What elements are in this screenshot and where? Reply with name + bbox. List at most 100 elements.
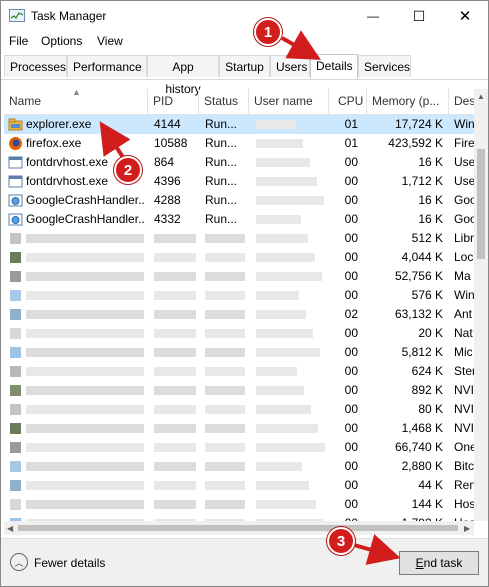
- process-memory: 16 K: [418, 212, 443, 226]
- process-description: Win: [454, 117, 474, 131]
- process-user-redacted: [256, 139, 303, 148]
- google-update-icon: [8, 193, 23, 208]
- table-row[interactable]: 00 52,756 K Ma: [4, 267, 474, 286]
- blurred-icon: [8, 307, 23, 322]
- process-pid-redacted: [154, 329, 196, 338]
- column-memory[interactable]: Memory (p...: [367, 89, 449, 114]
- details-table: ▲ Name PID Status User name CPU Memory (…: [4, 89, 474, 521]
- tab-app-history[interactable]: App history: [147, 55, 219, 96]
- process-status-redacted: [205, 348, 245, 357]
- process-status: Run...: [205, 212, 238, 226]
- process-name-redacted: [26, 272, 144, 281]
- table-row[interactable]: fontdrvhost.exe 864 Run... 00 16 K Use: [4, 153, 474, 172]
- blurred-icon: [8, 250, 23, 265]
- close-button[interactable]: ✕: [442, 1, 488, 31]
- process-name-redacted: [26, 462, 144, 471]
- table-row[interactable]: GoogleCrashHandler... 4288 Run... 00 16 K Goo: [4, 191, 474, 210]
- vertical-scrollbar[interactable]: ▲: [474, 89, 488, 521]
- table-row[interactable]: 00 1,792 K Hos: [4, 514, 474, 521]
- process-user-redacted: [256, 196, 324, 205]
- process-memory: 66,740 K: [394, 440, 443, 454]
- task-manager-icon: [9, 9, 25, 22]
- process-user-redacted: [256, 272, 322, 281]
- process-memory: 4,044 K: [401, 250, 443, 264]
- table-row[interactable]: 00 512 K Libr: [4, 229, 474, 248]
- process-pid: 864: [154, 155, 175, 169]
- process-user-redacted: [256, 310, 306, 319]
- column-status[interactable]: Status: [199, 89, 249, 114]
- process-name: firefox.exe: [26, 136, 82, 150]
- process-cpu: 00: [344, 326, 358, 340]
- scroll-left-icon[interactable]: ◀: [7, 524, 13, 533]
- minimize-button[interactable]: —: [350, 1, 396, 31]
- scroll-right-icon[interactable]: ▶: [464, 524, 470, 533]
- process-name-redacted: [26, 367, 144, 376]
- process-pid-redacted: [154, 367, 196, 376]
- table-row[interactable]: 00 1,468 K NVI: [4, 419, 474, 438]
- process-pid-redacted: [154, 481, 196, 490]
- process-name-redacted: [26, 405, 144, 414]
- table-row[interactable]: 00 892 K NVI: [4, 381, 474, 400]
- process-pid-redacted: [154, 272, 196, 281]
- table-row[interactable]: fontdrvhost.exe 4396 Run... 00 1,712 K Use: [4, 172, 474, 191]
- tab-startup[interactable]: Startup: [219, 55, 270, 77]
- process-description: Hos: [454, 514, 474, 521]
- table-row[interactable]: 00 5,812 K Mic: [4, 343, 474, 362]
- table-row[interactable]: 00 144 K Hos: [4, 495, 474, 514]
- process-description: Ren: [454, 478, 474, 492]
- end-task-button[interactable]: End task: [399, 551, 479, 575]
- process-cpu: 00: [344, 231, 358, 245]
- horizontal-scroll-thumb[interactable]: [18, 525, 458, 531]
- process-user-redacted: [256, 158, 310, 167]
- tab-services[interactable]: Services: [358, 55, 411, 77]
- end-task-accelerator: E: [415, 556, 424, 570]
- menu-file[interactable]: File: [9, 34, 28, 48]
- table-row[interactable]: 02 63,132 K Ant: [4, 305, 474, 324]
- menu-options[interactable]: Options: [41, 34, 82, 48]
- table-row[interactable]: 00 4,044 K Loc: [4, 248, 474, 267]
- table-row[interactable]: 00 20 K Nat: [4, 324, 474, 343]
- process-description: Hos: [454, 497, 474, 511]
- blurred-icon: [8, 421, 23, 436]
- column-cpu[interactable]: CPU: [329, 89, 367, 114]
- table-row[interactable]: GoogleCrashHandler... 4332 Run... 00 16 K Goo: [4, 210, 474, 229]
- process-memory: 63,132 K: [394, 307, 443, 321]
- process-cpu: 00: [344, 402, 358, 416]
- tab-details[interactable]: Details: [310, 54, 358, 79]
- process-status: Run...: [205, 155, 238, 169]
- menu-view[interactable]: View: [97, 34, 123, 48]
- vertical-scroll-thumb[interactable]: [477, 149, 485, 259]
- column-pid[interactable]: PID: [148, 89, 199, 114]
- scroll-up-icon[interactable]: ▲: [477, 92, 485, 101]
- process-memory: 1,468 K: [401, 421, 443, 435]
- maximize-button[interactable]: ☐: [396, 1, 442, 31]
- table-row[interactable]: 00 2,880 K Bitc: [4, 457, 474, 476]
- table-row[interactable]: 00 624 K Ster: [4, 362, 474, 381]
- process-name-redacted: [26, 424, 144, 433]
- process-memory: 20 K: [418, 326, 443, 340]
- column-user-name[interactable]: User name: [249, 89, 329, 114]
- table-header: ▲ Name PID Status User name CPU Memory (…: [4, 89, 474, 115]
- process-memory: 2,880 K: [401, 459, 443, 473]
- table-row[interactable]: firefox.exe 10588 Run... 01 423,592 K Fire: [4, 134, 474, 153]
- table-row[interactable]: explorer.exe 4144 Run... 01 17,724 K Win: [4, 115, 474, 134]
- process-status-redacted: [205, 310, 245, 319]
- table-row[interactable]: 00 44 K Ren: [4, 476, 474, 495]
- process-pid-redacted: [154, 348, 196, 357]
- tab-processes[interactable]: Processes: [4, 55, 67, 77]
- horizontal-scrollbar[interactable]: ◀ ▶: [4, 521, 474, 535]
- table-row[interactable]: 00 576 K Win: [4, 286, 474, 305]
- process-status-redacted: [205, 329, 245, 338]
- column-description[interactable]: Des: [449, 89, 474, 114]
- table-row[interactable]: 00 80 K NVI: [4, 400, 474, 419]
- table-row[interactable]: 00 66,740 K One: [4, 438, 474, 457]
- program-icon: [8, 174, 23, 189]
- title-bar[interactable]: Task Manager — ☐ ✕: [1, 1, 488, 31]
- blurred-icon: [8, 478, 23, 493]
- chevron-up-icon: ︿: [10, 553, 28, 571]
- process-user-redacted: [256, 177, 317, 186]
- tab-performance[interactable]: Performance: [67, 55, 147, 77]
- tab-users[interactable]: Users: [270, 55, 310, 77]
- column-name[interactable]: Name: [4, 89, 148, 114]
- process-status-redacted: [205, 234, 245, 243]
